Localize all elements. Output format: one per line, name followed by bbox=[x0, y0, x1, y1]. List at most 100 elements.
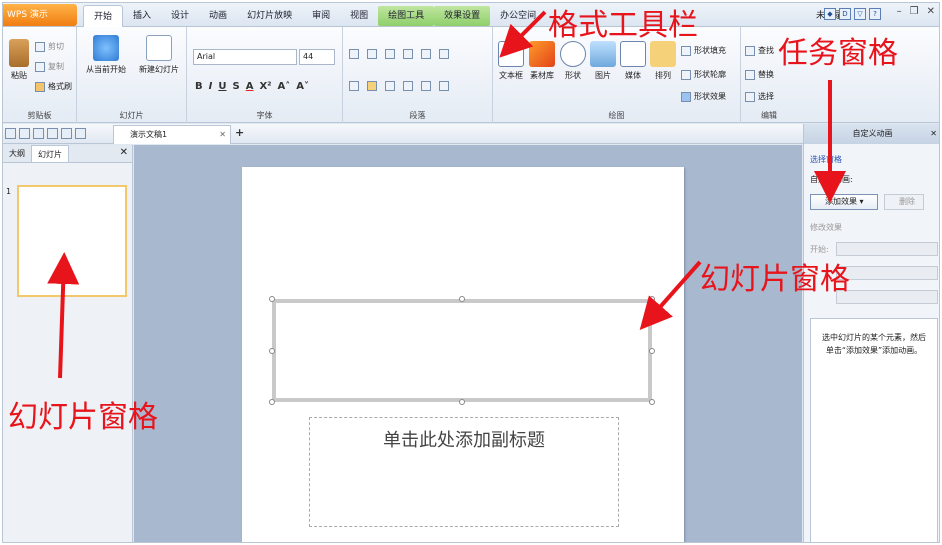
title-placeholder[interactable] bbox=[272, 299, 652, 402]
tab-review[interactable]: 审阅 bbox=[302, 5, 340, 27]
app-menu-button[interactable]: WPS 演示 bbox=[3, 4, 77, 26]
slide-canvas[interactable]: 单击此处添加副标题 bbox=[242, 167, 684, 542]
speed-dropdown[interactable] bbox=[836, 290, 938, 304]
restore-icon[interactable]: ❐ bbox=[910, 6, 919, 17]
resize-handle[interactable] bbox=[649, 399, 655, 405]
task-pane-title[interactable]: 自定义动画 bbox=[853, 129, 893, 138]
align-left-icon[interactable] bbox=[349, 81, 359, 91]
preview-icon[interactable] bbox=[47, 128, 58, 139]
format-painter-button[interactable]: 格式刷 bbox=[35, 81, 72, 92]
shrink-font-button[interactable]: A˅ bbox=[296, 81, 309, 92]
tab-drawing-tools[interactable]: 绘图工具 bbox=[378, 6, 435, 26]
bold-button[interactable]: B bbox=[195, 81, 203, 92]
paragraph-group: 段落 bbox=[343, 27, 493, 123]
outline-icon bbox=[681, 69, 691, 80]
copy-button[interactable]: 复制 bbox=[35, 61, 64, 72]
close-task-pane-icon[interactable]: ✕ bbox=[930, 124, 937, 144]
font-color-button[interactable]: A bbox=[246, 81, 254, 92]
slide-workspace: 单击此处添加副标题 bbox=[134, 145, 802, 542]
resize-handle[interactable] bbox=[269, 296, 275, 302]
property-dropdown[interactable] bbox=[836, 266, 938, 280]
slide-thumbnail[interactable] bbox=[17, 185, 127, 297]
line-spacing-icon[interactable] bbox=[439, 49, 449, 59]
undo-icon[interactable] bbox=[61, 128, 72, 139]
play-from-current-button[interactable]: 从当前开始 bbox=[83, 35, 129, 75]
shape-outline-button[interactable]: 形状轮廓 bbox=[681, 69, 726, 80]
media-icon bbox=[620, 41, 646, 67]
redo-icon[interactable] bbox=[75, 128, 86, 139]
grow-font-button[interactable]: A˄ bbox=[278, 81, 291, 92]
tab-outline[interactable]: 大纲 bbox=[3, 145, 31, 162]
shape-fill-button[interactable]: 形状填充 bbox=[681, 45, 726, 56]
resize-handle[interactable] bbox=[269, 399, 275, 405]
start-dropdown[interactable] bbox=[836, 242, 938, 256]
picture-button[interactable]: 图片 bbox=[589, 41, 617, 81]
distribute-icon[interactable] bbox=[421, 81, 431, 91]
shape-button[interactable]: 形状 bbox=[559, 41, 587, 81]
save-icon[interactable] bbox=[19, 128, 30, 139]
text-direction-icon[interactable] bbox=[421, 49, 431, 59]
bullets-icon[interactable] bbox=[349, 49, 359, 59]
align-center-icon[interactable] bbox=[367, 81, 377, 91]
numbering-icon[interactable] bbox=[367, 49, 377, 59]
quick-access-bar: 演示文稿1 ✕ + bbox=[3, 124, 939, 144]
tab-slideshow[interactable]: 幻灯片放映 bbox=[237, 5, 302, 27]
new-slide-button[interactable]: 新建幻灯片 bbox=[135, 35, 183, 75]
find-button[interactable]: 查找 bbox=[745, 45, 774, 56]
annotation-slide-pane-right: 幻灯片窗格 bbox=[700, 262, 850, 297]
close-left-pane-icon[interactable]: ✕ bbox=[120, 147, 128, 158]
feedback-icon[interactable]: ▽ bbox=[854, 8, 866, 20]
minimize-icon[interactable]: – bbox=[897, 6, 902, 17]
tab-effect-settings[interactable]: 效果设置 bbox=[434, 6, 491, 26]
indent-increase-icon[interactable] bbox=[403, 49, 413, 59]
clipboard-group: 粘贴 剪切 复制 格式刷 剪贴板 bbox=[3, 27, 77, 123]
italic-button[interactable]: I bbox=[209, 81, 213, 92]
media-button[interactable]: 媒体 bbox=[619, 41, 647, 81]
arrange-button[interactable]: 排列 bbox=[649, 41, 677, 81]
select-pane-link[interactable]: 选择窗格 bbox=[810, 154, 842, 165]
tab-design[interactable]: 设计 bbox=[161, 5, 199, 27]
document-tab[interactable]: 演示文稿1 ✕ bbox=[113, 125, 231, 144]
tab-view[interactable]: 视图 bbox=[340, 5, 378, 27]
shape-effect-button[interactable]: 形状效果 bbox=[681, 91, 726, 102]
align-right-icon[interactable] bbox=[385, 81, 395, 91]
tab-office-space[interactable]: 办公空间 bbox=[490, 5, 546, 27]
indent-decrease-icon[interactable] bbox=[385, 49, 395, 59]
resize-handle[interactable] bbox=[269, 348, 275, 354]
resize-handle[interactable] bbox=[649, 348, 655, 354]
materials-button[interactable]: 素材库 bbox=[527, 41, 557, 81]
textbox-button[interactable]: 文本框 bbox=[497, 41, 525, 81]
tab-animation[interactable]: 动画 bbox=[199, 5, 237, 27]
new-tab-icon[interactable]: + bbox=[235, 126, 244, 139]
resize-handle[interactable] bbox=[649, 296, 655, 302]
print-icon[interactable] bbox=[33, 128, 44, 139]
paste-button[interactable]: 粘贴 bbox=[7, 39, 31, 81]
cut-button[interactable]: 剪切 bbox=[35, 41, 64, 52]
tab-insert[interactable]: 插入 bbox=[123, 5, 161, 27]
columns-icon[interactable] bbox=[439, 81, 449, 91]
open-icon[interactable] bbox=[5, 128, 16, 139]
underline-button[interactable]: U bbox=[218, 81, 226, 92]
add-effect-button[interactable]: 添加效果 ▾ bbox=[810, 194, 878, 210]
help-icon[interactable]: ? bbox=[869, 8, 881, 20]
skin-icon[interactable]: ◆ bbox=[824, 8, 836, 20]
tab-slides[interactable]: 幻灯片 bbox=[31, 145, 69, 162]
close-icon[interactable]: ✕ bbox=[927, 6, 935, 17]
font-name-field[interactable]: Arial bbox=[193, 49, 297, 65]
modify-effect-label: 修改效果 bbox=[810, 223, 842, 232]
delete-effect-button[interactable]: 删除 bbox=[884, 194, 924, 210]
tab-home[interactable]: 开始 bbox=[83, 5, 124, 27]
select-button[interactable]: 选择 bbox=[745, 91, 774, 102]
title-placeholder-body[interactable] bbox=[276, 303, 648, 398]
close-tab-icon[interactable]: ✕ bbox=[219, 126, 226, 144]
resize-handle[interactable] bbox=[459, 296, 465, 302]
resize-handle[interactable] bbox=[459, 399, 465, 405]
font-size-field[interactable]: 44 bbox=[299, 49, 335, 65]
replace-button[interactable]: 替换 bbox=[745, 69, 774, 80]
strike-button[interactable]: S bbox=[232, 81, 239, 92]
subtitle-placeholder[interactable]: 单击此处添加副标题 bbox=[309, 417, 619, 527]
arrange-icon bbox=[650, 41, 676, 67]
settings-icon[interactable]: D bbox=[839, 8, 851, 20]
superscript-button[interactable]: X² bbox=[259, 81, 271, 92]
justify-icon[interactable] bbox=[403, 81, 413, 91]
